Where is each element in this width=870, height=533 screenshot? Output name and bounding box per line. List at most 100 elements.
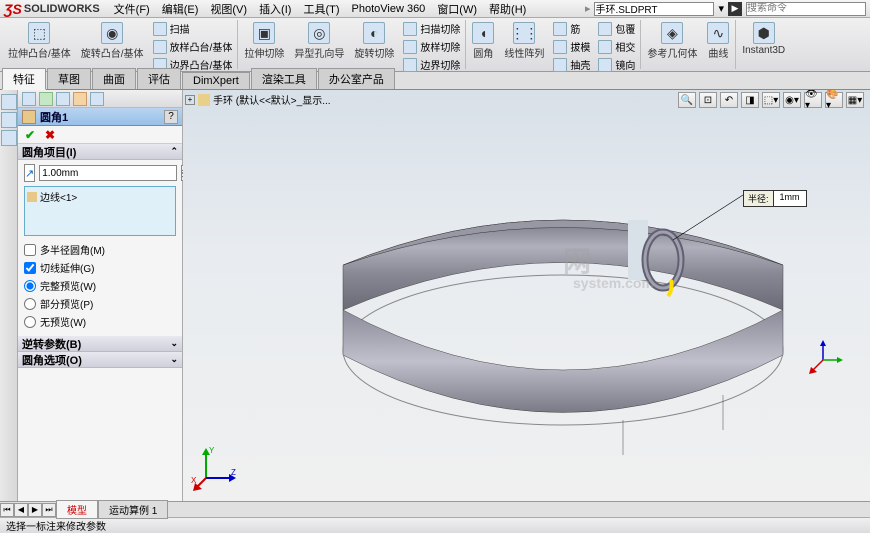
extrude-boss-button[interactable]: ⬚拉伸凸台/基体 [4,20,75,69]
part-icon [198,94,210,106]
model-render [273,120,853,480]
menu-tools[interactable]: 工具(T) [297,1,345,17]
tree-expand-button[interactable]: + [185,95,195,105]
fillet-button[interactable]: ◖圆角 [468,20,498,69]
full-preview-row: 完整预览(W) [24,278,176,293]
sweep-cut-button[interactable]: 扫描切除 [400,20,463,37]
side-tool-2[interactable] [1,112,17,128]
feature-small-group-2: 包覆 相交 镜向 [595,20,638,69]
partial-preview-radio[interactable] [24,298,36,310]
ok-cancel-bar: ✔ ✖ [18,126,182,144]
previous-view-button[interactable]: ↶ [720,92,738,108]
menu-file[interactable]: 文件(F) [108,1,156,17]
section-fillet-options[interactable]: 圆角选项(O) ⌄ [18,352,182,368]
multi-radius-checkbox[interactable] [24,244,36,256]
breadcrumb-text[interactable]: 手环 (默认<<默认>_显示... [213,92,331,107]
file-open-area: ▸ ▾ ▶ [585,2,866,16]
apply-scene-button[interactable]: ▦▾ [846,92,864,108]
model-tab[interactable]: 模型 [56,500,98,519]
search-command-input[interactable] [746,2,866,16]
ref-geom-button[interactable]: ◈参考几何体 [643,20,701,69]
edit-appearance-button[interactable]: 🎨▾ [825,92,843,108]
motion-study-tab[interactable]: 运动算例 1 [98,500,168,519]
mirror-button[interactable]: 镜向 [595,56,638,73]
loft-button[interactable]: 放样凸台/基体 [150,38,236,55]
help-button[interactable]: ? [164,110,178,124]
tab-features[interactable]: 特征 [2,68,46,90]
loft-cut-button[interactable]: 放样切除 [400,38,463,55]
revolve-boss-button[interactable]: ◉旋转凸台/基体 [77,20,148,69]
display-style-button[interactable]: ◉▾ [783,92,801,108]
menu-photoview[interactable]: PhotoView 360 [346,3,432,15]
dimension-callout[interactable]: 半径: 1mm [743,190,807,207]
feature-small-group-1: 筋 拔模 抽壳 [550,20,593,69]
hole-wizard-button[interactable]: ◎异型孔向导 [290,20,348,69]
tab-office[interactable]: 办公室产品 [318,68,395,89]
menu-window[interactable]: 窗口(W) [431,1,483,17]
view-orientation-button[interactable]: ⬚▾ [762,92,780,108]
cancel-button[interactable]: ✖ [42,128,58,142]
menu-help[interactable]: 帮助(H) [483,1,532,17]
tab-render[interactable]: 渲染工具 [251,68,317,89]
property-manager-icon[interactable] [39,92,53,106]
shell-button[interactable]: 抽壳 [550,56,593,73]
tab-first-button[interactable]: ⏮ [0,503,14,517]
full-preview-radio[interactable] [24,280,36,292]
tab-prev-button[interactable]: ◀ [14,503,28,517]
svg-text:Y: Y [209,446,215,455]
hide-show-button[interactable]: 👁▾ [804,92,822,108]
run-icon[interactable]: ▶ [728,2,742,16]
side-toolbar [0,90,18,501]
wrap-button[interactable]: 包覆 [595,20,638,37]
display-manager-icon[interactable] [90,92,104,106]
curves-button[interactable]: ∿曲线 [703,20,733,69]
zoom-area-button[interactable]: ⊡ [699,92,717,108]
config-manager-icon[interactable] [56,92,70,106]
shell-icon [553,58,567,72]
extrude-cut-button[interactable]: ▣拉伸切除 [240,20,288,69]
filename-input[interactable] [594,2,714,16]
no-preview-radio[interactable] [24,316,36,328]
ok-button[interactable]: ✔ [22,128,38,142]
linear-pattern-button[interactable]: ⋮⋮线性阵列 [500,20,548,69]
intersect-button[interactable]: 相交 [595,38,638,55]
tab-sketch[interactable]: 草图 [47,68,91,89]
instant3d-button[interactable]: ⬢Instant3D [738,20,789,69]
tab-evaluate[interactable]: 评估 [137,68,181,89]
prompt-icon[interactable]: ▸ [585,2,591,15]
selection-item[interactable]: 边线<1> [27,189,173,204]
tab-last-button[interactable]: ⏭ [42,503,56,517]
revolve-cut-button[interactable]: ◐旋转切除 [350,20,398,69]
menu-edit[interactable]: 编辑(E) [156,1,205,17]
side-tool-3[interactable] [1,130,17,146]
edge-selection-box[interactable]: 边线<1> [24,186,176,236]
dimxpert-manager-icon[interactable] [73,92,87,106]
dropdown-icon[interactable]: ▾ [718,2,724,15]
draft-icon [553,40,567,54]
wrap-icon [598,22,612,36]
menu-view[interactable]: 视图(V) [204,1,253,17]
menu-insert[interactable]: 插入(I) [253,1,297,17]
radius-input[interactable] [39,165,177,181]
feature-tree-icon[interactable] [22,92,36,106]
graphics-viewport[interactable]: + 手环 (默认<<默认>_显示... 🔍 ⊡ ↶ ◨ ⬚▾ ◉▾ 👁▾ 🎨▾ … [183,90,870,501]
corner-triad[interactable]: Y Z X [191,443,241,493]
section-view-button[interactable]: ◨ [741,92,759,108]
zoom-fit-button[interactable]: 🔍 [678,92,696,108]
tab-surfaces[interactable]: 曲面 [92,68,136,89]
rib-button[interactable]: 筋 [550,20,593,37]
section-reverse-params[interactable]: 逆转参数(B) ⌄ [18,336,182,352]
fillet-icon: ◖ [472,22,494,44]
boundary-cut-button[interactable]: 边界切除 [400,56,463,73]
command-manager-tabs: 特征 草图 曲面 评估 DimXpert 渲染工具 办公室产品 [0,72,870,90]
menu-bar: ƷS SOLIDWORKS 文件(F) 编辑(E) 视图(V) 插入(I) 工具… [0,0,870,18]
tab-next-button[interactable]: ▶ [28,503,42,517]
section-fillet-items[interactable]: 圆角项目(I) ⌃ [18,144,182,160]
mirror-icon [598,58,612,72]
draft-button[interactable]: 拔模 [550,38,593,55]
side-tool-1[interactable] [1,94,17,110]
sweep-button[interactable]: 扫描 [150,20,236,37]
tangent-checkbox[interactable] [24,262,36,274]
cut-small-group: 扫描切除 放样切除 边界切除 [400,20,463,69]
tab-dimxpert[interactable]: DimXpert [182,72,250,89]
